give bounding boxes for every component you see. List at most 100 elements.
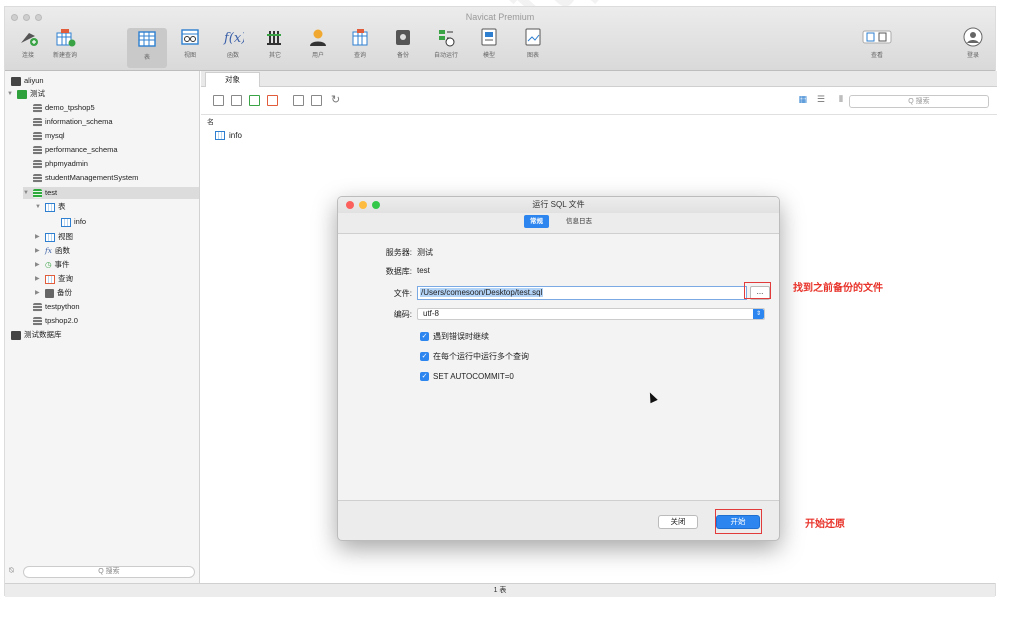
connection-sidebar: aliyun ▼ 测试 demo_tpshop5 information_sche… (5, 71, 200, 583)
tree-database[interactable]: mysql (33, 130, 65, 142)
checkbox-checked-icon[interactable]: ✓ (420, 352, 429, 361)
import-icon[interactable] (293, 95, 304, 106)
tree-backups-group[interactable]: ▶ 备份 (35, 287, 72, 299)
close-button[interactable]: 关闭 (658, 515, 698, 529)
view-icon (179, 27, 201, 47)
disclosure-triangle-icon[interactable]: ▼ (35, 201, 42, 213)
disclosure-triangle-icon[interactable]: ▶ (35, 231, 42, 243)
other-icon (264, 27, 286, 47)
database-icon (33, 117, 42, 127)
tree-events-group[interactable]: ▶ ◷ 事件 (35, 259, 70, 271)
object-item-info[interactable]: info (215, 131, 242, 140)
design-table-icon[interactable] (231, 95, 242, 106)
detail-view-icon[interactable]: ⦀ (839, 94, 843, 105)
login-icon (962, 27, 984, 47)
tab-message-log[interactable]: 信息日志 (560, 215, 598, 228)
column-header-name: 名 (207, 119, 214, 126)
view-toggle-icon (862, 27, 892, 47)
annotation-box-browse (744, 282, 771, 299)
database-icon (33, 131, 42, 141)
toolbar-backup-button[interactable]: 备份 (383, 27, 423, 59)
status-bar: 1 表 (5, 583, 995, 597)
disclosure-triangle-icon[interactable]: ▶ (35, 245, 42, 257)
annotation-start-restore: 开始还原 (805, 519, 845, 530)
disclosure-triangle-icon[interactable]: ▶ (35, 287, 42, 299)
database-icon (33, 159, 42, 169)
checkbox-checked-icon[interactable]: ✓ (420, 372, 429, 381)
backup-icon (392, 27, 414, 47)
dialog-close-dot[interactable] (346, 201, 354, 209)
toolbar-user-button[interactable]: 用户 (298, 27, 338, 59)
tree-database[interactable]: studentManagementSystem (33, 172, 138, 184)
tree-connection-aliyun[interactable]: aliyun (11, 75, 44, 87)
tree-database[interactable]: phpmyadmin (33, 158, 88, 170)
dialog-title-bar: 运行 SQL 文件 (338, 197, 779, 213)
tree-views-group[interactable]: ▶ 视图 (35, 231, 73, 243)
delete-table-icon[interactable] (267, 95, 278, 106)
disclosure-triangle-icon[interactable]: ▶ (35, 273, 42, 285)
toolbar-query-button[interactable]: 查询 (340, 27, 380, 59)
svg-text:f(x): f(x) (223, 31, 244, 46)
clock-icon: ◷ (45, 260, 52, 269)
database-icon (33, 302, 42, 312)
toolbar-table-button[interactable]: 表 (127, 28, 167, 68)
toolbar-view-mode-button[interactable]: 查看 (857, 27, 897, 59)
sidebar-search-input[interactable]: Q 搜索 (23, 566, 195, 578)
tree-database[interactable]: information_schema (33, 116, 113, 128)
tree-tables-group[interactable]: ▼ 表 (35, 201, 66, 213)
dialog-zoom-dot[interactable] (372, 201, 380, 209)
connection-icon (11, 330, 21, 340)
tree-database[interactable]: performance_schema (33, 144, 118, 156)
refresh-icon[interactable]: ↻ (331, 93, 340, 106)
open-table-icon[interactable] (213, 95, 224, 106)
connection-icon (17, 27, 39, 47)
tree-functions-group[interactable]: ▶ fx 函数 (35, 245, 70, 257)
annotation-box-start (715, 509, 762, 534)
table-icon (61, 217, 71, 227)
toolbar-automation-button[interactable]: 自动运行 (426, 27, 466, 59)
table-icon (215, 131, 225, 140)
dialog-body: 服务器: 测试 数据库: test 文件: /Users/comesoon/De… (338, 233, 779, 501)
tree-connection-test[interactable]: ▼ 测试 (7, 88, 45, 100)
export-icon[interactable] (311, 95, 322, 106)
new-table-icon[interactable] (249, 95, 260, 106)
checkbox-checked-icon[interactable]: ✓ (420, 332, 429, 341)
toolbar-login-button[interactable]: 登录 (953, 27, 993, 59)
toolbar-view-button[interactable]: 视图 (170, 27, 210, 59)
option-continue-on-error[interactable]: ✓ 遇到错误时继续 (420, 331, 489, 342)
encoding-select[interactable]: utf-8 ⇕ (417, 308, 765, 320)
toolbar-other-button[interactable]: 其它 (255, 27, 295, 59)
tree-connection[interactable]: 测试数据库 (11, 329, 62, 341)
toolbar-chart-button[interactable]: 图表 (513, 27, 553, 59)
file-path-input[interactable]: /Users/comesoon/Desktop/test.sql (417, 286, 747, 300)
tab-general[interactable]: 常规 (524, 215, 549, 228)
tree-database[interactable]: demo_tpshop5 (33, 102, 95, 114)
chart-icon (522, 27, 544, 47)
grid-view-icon[interactable]: ▦ (798, 94, 807, 105)
database-icon (33, 145, 42, 155)
disclosure-triangle-icon[interactable]: ▼ (7, 88, 14, 100)
new-query-icon (54, 27, 76, 47)
toolbar-new-query-button[interactable]: 新建查询 (45, 27, 85, 59)
tree-database-test[interactable]: ▼ test (23, 187, 199, 199)
option-multiple-queries[interactable]: ✓ 在每个运行中运行多个查询 (420, 351, 529, 362)
automation-icon (435, 27, 457, 47)
toolbar-function-button[interactable]: f(x) 函数 (213, 27, 253, 59)
toolbar-connection-button[interactable]: 连接 (8, 27, 48, 59)
option-autocommit[interactable]: ✓ SET AUTOCOMMIT=0 (420, 372, 514, 381)
tab-objects[interactable]: 对象 (205, 72, 260, 87)
file-label: 文件: (393, 289, 412, 298)
toolbar-model-button[interactable]: 模型 (469, 27, 509, 59)
view-icon (45, 232, 55, 242)
dialog-minimize-dot[interactable] (359, 201, 367, 209)
object-search-input[interactable]: Q 搜索 (849, 95, 989, 108)
tree-queries-group[interactable]: ▶ 查询 (35, 273, 73, 285)
tree-database[interactable]: testpython (33, 301, 80, 313)
disclosure-triangle-icon[interactable]: ▶ (35, 259, 42, 271)
user-icon (307, 27, 329, 47)
tree-table-info[interactable]: info (61, 216, 86, 228)
tree-database[interactable]: tpshop2.0 (33, 315, 78, 327)
list-view-icon[interactable]: ☰ (817, 94, 825, 105)
disclosure-triangle-icon[interactable]: ▼ (23, 187, 30, 199)
filter-icon[interactable]: ⍉ (9, 566, 14, 576)
